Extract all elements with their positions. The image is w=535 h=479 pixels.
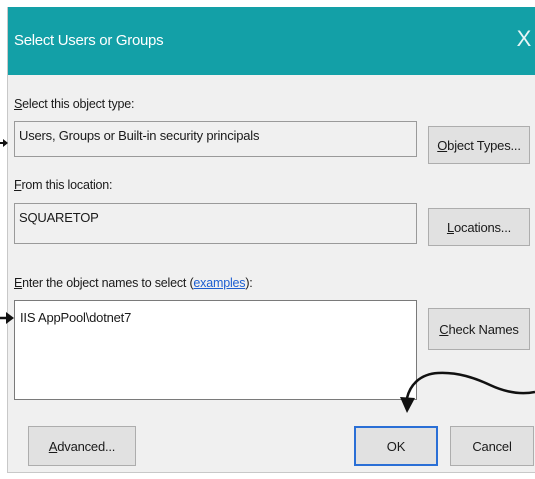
location-label: From this location: bbox=[14, 178, 113, 192]
close-icon[interactable]: X bbox=[512, 26, 535, 52]
object-types-button[interactable]: Object Types... bbox=[428, 126, 530, 164]
object-type-field: Users, Groups or Built-in security princ… bbox=[14, 121, 417, 157]
object-names-label: Enter the object names to select (exampl… bbox=[14, 276, 253, 290]
cancel-button[interactable]: Cancel bbox=[450, 426, 534, 466]
advanced-button[interactable]: Advanced... bbox=[28, 426, 136, 466]
object-names-input[interactable]: IIS AppPool\dotnet7 bbox=[14, 300, 417, 400]
examples-link[interactable]: examples bbox=[193, 276, 245, 290]
location-field: SQUARETOP bbox=[14, 203, 417, 244]
locations-button[interactable]: Locations... bbox=[428, 208, 530, 246]
object-type-label: Select this object type: bbox=[14, 97, 135, 111]
window-title: Select Users or Groups bbox=[14, 32, 164, 49]
select-users-dialog: Select Users or Groups X Select this obj… bbox=[7, 7, 535, 473]
ok-button[interactable]: OK bbox=[354, 426, 438, 466]
check-names-button[interactable]: Check Names bbox=[428, 308, 530, 350]
title-bar: Select Users or Groups X bbox=[8, 7, 535, 75]
screenshot-stage: Select Users or Groups X Select this obj… bbox=[0, 0, 535, 479]
